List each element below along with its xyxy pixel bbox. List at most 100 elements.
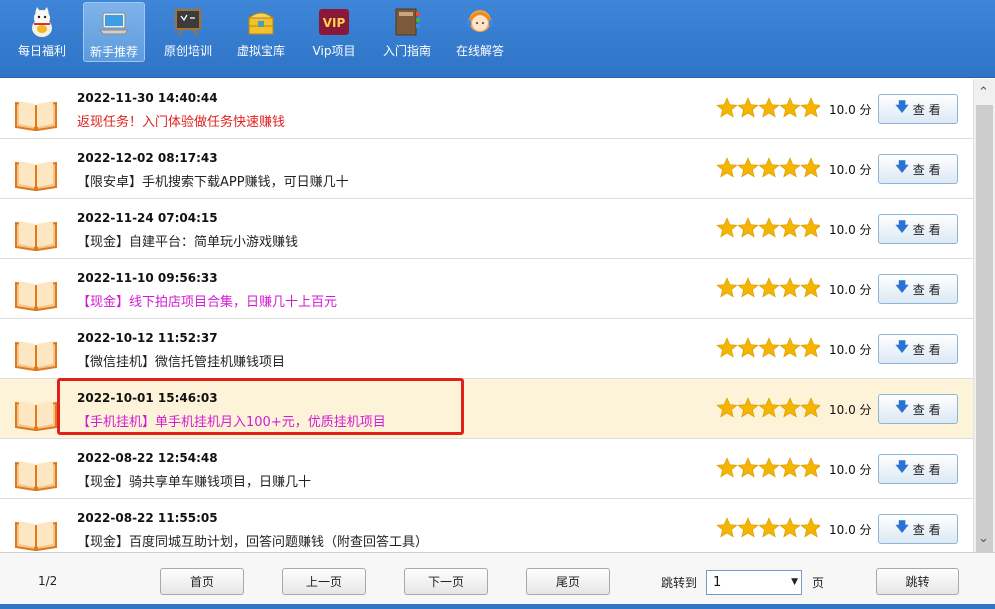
toolbar-item-newbie-recommend[interactable]: 新手推荐 — [83, 2, 145, 62]
open-book-icon — [15, 161, 57, 191]
star-icon — [737, 457, 759, 478]
view-button[interactable]: 🡇 查 看 — [878, 94, 958, 124]
page-select[interactable]: 1 ▼ — [706, 570, 802, 595]
view-button[interactable]: 🡇 查 看 — [878, 274, 958, 304]
toolbar-label: 原创培训 — [163, 44, 212, 58]
star-icon — [758, 397, 780, 418]
item-score: 10.0 分 — [829, 403, 872, 417]
list-item[interactable]: 2022-11-10 09:56:33 【现金】线下拍店项目合集，日赚几十上百元… — [0, 259, 973, 319]
view-button-label: 查 看 — [912, 222, 941, 237]
chevron-down-icon: ▼ — [791, 577, 798, 587]
download-arrow-icon: 🡇 — [895, 400, 909, 415]
download-arrow-icon: 🡇 — [895, 220, 909, 235]
star-icon — [758, 217, 780, 238]
star-icon — [800, 397, 820, 418]
star-icon — [800, 517, 820, 538]
star-icon — [716, 277, 738, 298]
rating-stars — [716, 397, 820, 418]
item-score: 10.0 分 — [829, 523, 872, 537]
go-button[interactable]: 跳转 — [876, 568, 959, 595]
list-item[interactable]: 2022-11-30 14:40:44 返现任务！入门体验做任务快速赚钱 10.… — [0, 79, 973, 139]
item-title[interactable]: 【现金】骑共享单车赚钱项目，日赚几十 — [77, 471, 311, 490]
star-icon — [800, 157, 820, 178]
item-title[interactable]: 【限安卓】手机搜索下载APP赚钱，可日赚几十 — [77, 171, 349, 190]
view-button[interactable]: 🡇 查 看 — [878, 154, 958, 184]
item-title[interactable]: 返现任务！入门体验做任务快速赚钱 — [77, 111, 285, 130]
view-button[interactable]: 🡇 查 看 — [878, 334, 958, 364]
star-icon — [758, 97, 780, 118]
toolbar-item-online-answer[interactable]: 在线解答 — [449, 2, 511, 62]
item-title[interactable]: 【现金】自建平台：简单玩小游戏赚钱 — [77, 231, 298, 250]
download-arrow-icon: 🡇 — [895, 280, 909, 295]
toolbar-label: 入门指南 — [382, 44, 431, 58]
top-toolbar: 每日福利 新手推荐 原创培训 虚拟宝库 VIP Vip项目 入门指南 在线解答 — [0, 0, 995, 78]
highlight-frame — [57, 378, 464, 435]
list-item[interactable]: 2022-11-24 07:04:15 【现金】自建平台：简单玩小游戏赚钱 10… — [0, 199, 973, 259]
item-title[interactable]: 【微信挂机】微信托管挂机赚钱项目 — [77, 351, 285, 370]
rating-stars — [716, 277, 820, 298]
prev-page-button[interactable]: 上一页 — [282, 568, 366, 595]
star-icon — [779, 277, 801, 298]
page-unit-label: 页 — [812, 576, 825, 590]
star-icon — [779, 157, 801, 178]
open-book-icon — [15, 101, 57, 131]
toolbar-label: 每日福利 — [17, 44, 66, 58]
item-score: 10.0 分 — [829, 223, 872, 237]
scroll-down-icon[interactable]: ⌄ — [978, 531, 989, 546]
list-item[interactable]: 2022-08-22 12:54:48 【现金】骑共享单车赚钱项目，日赚几十 1… — [0, 439, 973, 499]
toolbar-item-virtual-treasury[interactable]: 虚拟宝库 — [230, 2, 292, 62]
scrollbar-thumb[interactable] — [976, 105, 993, 561]
list-item[interactable]: 2022-12-02 08:17:43 【限安卓】手机搜索下载APP赚钱，可日赚… — [0, 139, 973, 199]
vip-badge-icon: VIP — [319, 9, 349, 35]
star-icon — [758, 457, 780, 478]
last-page-button[interactable]: 尾页 — [526, 568, 610, 595]
toolbar-label: Vip项目 — [312, 44, 356, 58]
view-button-label: 查 看 — [912, 102, 941, 117]
star-icon — [779, 397, 801, 418]
list-item[interactable]: 2022-10-12 11:52:37 【微信挂机】微信托管挂机赚钱项目 10.… — [0, 319, 973, 379]
item-date: 2022-11-10 09:56:33 — [77, 271, 218, 285]
toolbar-item-beginner-guide[interactable]: 入门指南 — [376, 2, 438, 62]
star-icon — [779, 337, 801, 358]
star-icon — [800, 97, 820, 118]
toolbar-item-original-training[interactable]: 原创培训 — [157, 2, 219, 62]
toolbar-item-daily-welfare[interactable]: 每日福利 — [11, 2, 73, 62]
star-icon — [737, 97, 759, 118]
download-arrow-icon: 🡇 — [895, 160, 909, 175]
next-page-button[interactable]: 下一页 — [404, 568, 488, 595]
vertical-scrollbar[interactable]: ⌃ ⌄ — [973, 79, 995, 561]
item-date: 2022-11-24 07:04:15 — [77, 211, 218, 225]
star-icon — [737, 157, 759, 178]
treasure-box-icon — [247, 12, 275, 35]
star-icon — [758, 337, 780, 358]
view-button-label: 查 看 — [912, 402, 941, 417]
download-arrow-icon: 🡇 — [895, 520, 909, 535]
download-arrow-icon: 🡇 — [895, 340, 909, 355]
item-title[interactable]: 【现金】线下拍店项目合集，日赚几十上百元 — [77, 291, 337, 310]
rating-stars — [716, 97, 820, 118]
star-icon — [800, 217, 820, 238]
download-arrow-icon: 🡇 — [895, 100, 909, 115]
list-item[interactable]: 2022-08-22 11:55:05 【现金】百度同城互助计划，回答问题赚钱（… — [0, 499, 973, 552]
bottom-border — [0, 604, 995, 609]
pager-bar: 1/2 首页 上一页 下一页 尾页 跳转到 1 ▼ 页 跳转 — [0, 552, 995, 609]
item-title[interactable]: 【现金】百度同城互助计划，回答问题赚钱（附查回答工具） — [77, 531, 428, 550]
view-button[interactable]: 🡇 查 看 — [878, 454, 958, 484]
vip-badge-text: VIP — [323, 16, 346, 30]
item-date: 2022-08-22 11:55:05 — [77, 511, 218, 525]
item-date: 2022-10-12 11:52:37 — [77, 331, 218, 345]
item-score: 10.0 分 — [829, 463, 872, 477]
first-page-button[interactable]: 首页 — [160, 568, 244, 595]
view-button[interactable]: 🡇 查 看 — [878, 514, 958, 544]
view-button-label: 查 看 — [912, 162, 941, 177]
scroll-up-icon[interactable]: ⌃ — [978, 85, 989, 100]
star-icon — [716, 457, 738, 478]
star-icon — [716, 217, 738, 238]
star-icon — [737, 277, 759, 298]
toolbar-item-vip-project[interactable]: VIP Vip项目 — [303, 2, 365, 62]
star-icon — [737, 397, 759, 418]
view-button[interactable]: 🡇 查 看 — [878, 394, 958, 424]
star-icon — [800, 277, 820, 298]
rating-stars — [716, 457, 820, 478]
view-button[interactable]: 🡇 查 看 — [878, 214, 958, 244]
